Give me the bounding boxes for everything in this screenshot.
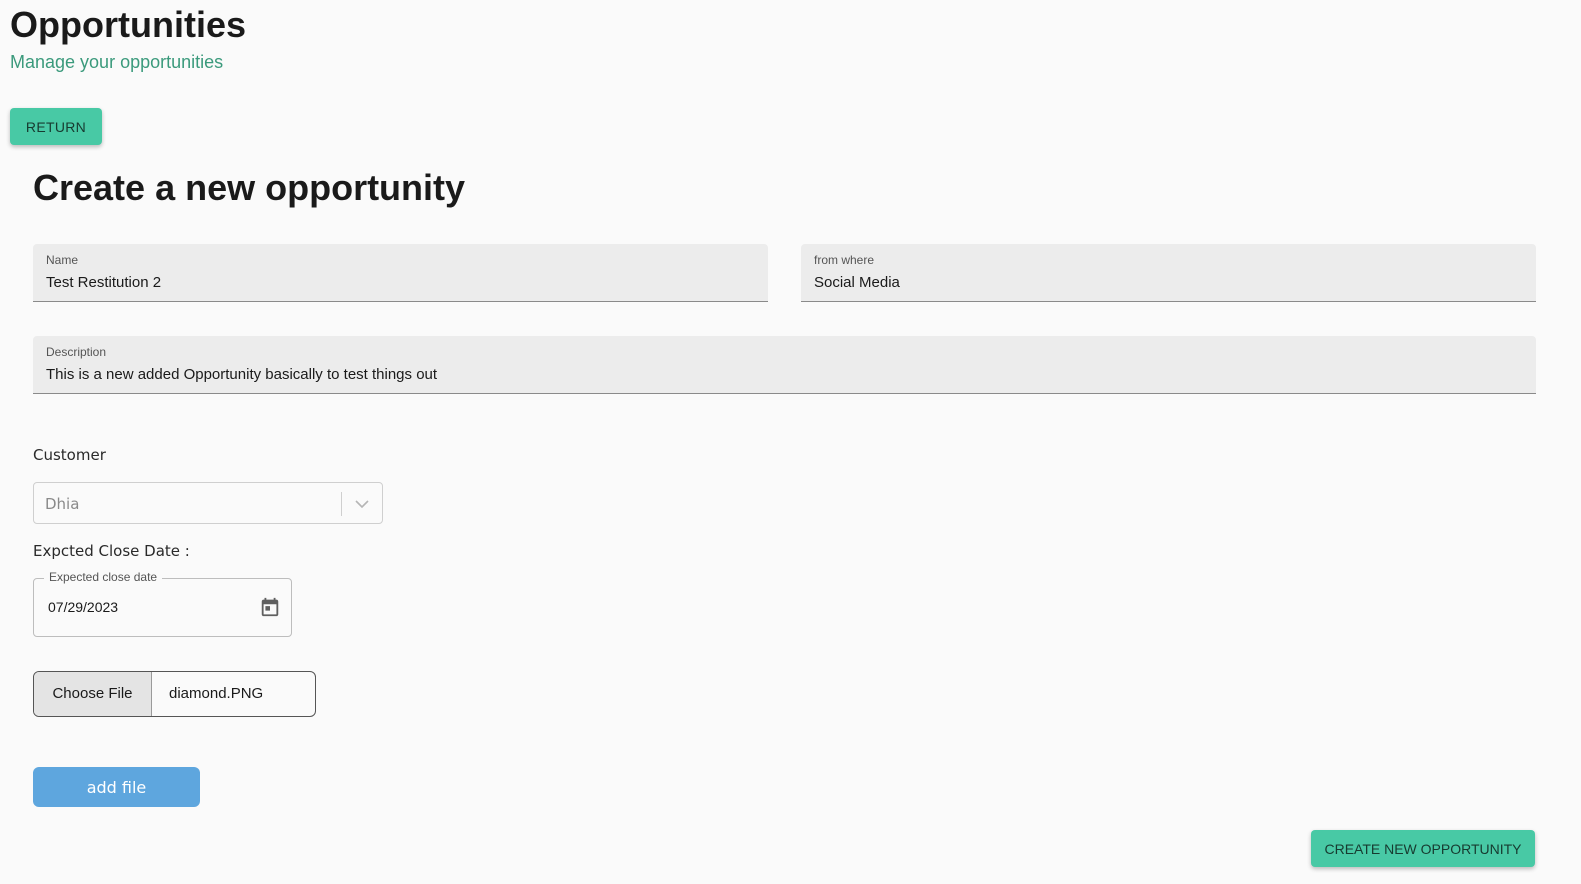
selected-file-name: diamond.PNG	[169, 685, 264, 702]
close-date-value[interactable]: 07/29/2023	[48, 599, 118, 615]
page-title: Opportunities	[10, 4, 246, 45]
name-field[interactable]: Name Test Restitution 2	[33, 244, 768, 302]
form-title: Create a new opportunity	[33, 167, 466, 208]
select-divider	[341, 492, 342, 516]
description-field[interactable]: Description This is a new added Opportun…	[33, 336, 1536, 394]
return-button[interactable]: RETURN	[10, 108, 102, 145]
name-field-value[interactable]: Test Restitution 2	[46, 274, 161, 291]
customer-select-value: Dhia	[45, 495, 80, 513]
name-field-label: Name	[46, 253, 79, 267]
file-input[interactable]: Choose File diamond.PNG	[33, 671, 316, 717]
chevron-down-icon[interactable]	[352, 495, 372, 513]
add-file-button[interactable]: add file	[33, 767, 200, 807]
close-date-field[interactable]: Expected close date 07/29/2023	[33, 570, 292, 637]
choose-file-button[interactable]: Choose File	[34, 672, 152, 716]
from-where-field-label: from where	[814, 253, 875, 267]
from-where-field-value[interactable]: Social Media	[814, 274, 900, 291]
description-field-value[interactable]: This is a new added Opportunity basicall…	[46, 366, 437, 383]
page-subtitle: Manage your opportunities	[10, 52, 224, 72]
description-field-label: Description	[46, 345, 107, 359]
create-opportunity-button[interactable]: CREATE NEW OPPORTUNITY	[1311, 830, 1535, 867]
close-date-field-label: Expected close date	[44, 570, 163, 584]
calendar-icon[interactable]	[259, 596, 281, 618]
from-where-field[interactable]: from where Social Media	[801, 244, 1536, 302]
customer-label: Customer	[33, 446, 106, 464]
close-date-section-label: Expcted Close Date :	[33, 542, 190, 560]
customer-select[interactable]: Dhia	[33, 482, 383, 524]
